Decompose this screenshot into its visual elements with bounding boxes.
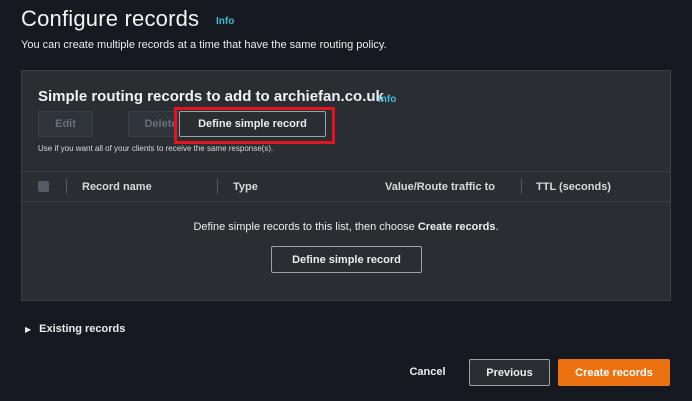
cancel-button[interactable]: Cancel xyxy=(400,359,455,385)
select-all-checkbox[interactable] xyxy=(38,181,49,192)
page-title: Configure records xyxy=(21,6,200,31)
column-header-ttl[interactable]: TTL (seconds) xyxy=(536,181,611,193)
column-header-value[interactable]: Value/Route traffic to xyxy=(385,181,495,193)
table-header: Record name Type Value/Route traffic to … xyxy=(22,171,670,202)
container-title: Simple routing records to add to archief… xyxy=(38,88,384,105)
column-separator xyxy=(66,179,67,194)
caret-right-icon: ▶ xyxy=(25,324,32,334)
usage-note: Use if you want all of your clients to r… xyxy=(38,144,274,153)
container-info-link[interactable]: Info xyxy=(378,94,396,105)
previous-button[interactable]: Previous xyxy=(469,359,550,386)
page-description: You can create multiple records at a tim… xyxy=(21,39,387,51)
column-header-record-name[interactable]: Record name xyxy=(82,181,152,193)
column-separator xyxy=(217,179,218,194)
column-separator xyxy=(521,179,522,194)
empty-state-text: Define simple records to this list, then… xyxy=(193,221,499,233)
existing-records-label: Existing records xyxy=(39,323,126,335)
existing-records-toggle[interactable]: ▶ Existing records xyxy=(25,323,125,335)
edit-button[interactable]: Edit xyxy=(38,111,93,137)
info-link[interactable]: Info xyxy=(216,16,234,27)
column-header-type[interactable]: Type xyxy=(233,181,258,193)
define-simple-record-empty-button[interactable]: Define simple record xyxy=(271,246,422,273)
create-records-button[interactable]: Create records xyxy=(558,359,670,386)
simple-records-container: Simple routing records to add to archief… xyxy=(21,70,671,301)
define-simple-record-button[interactable]: Define simple record xyxy=(179,111,326,137)
